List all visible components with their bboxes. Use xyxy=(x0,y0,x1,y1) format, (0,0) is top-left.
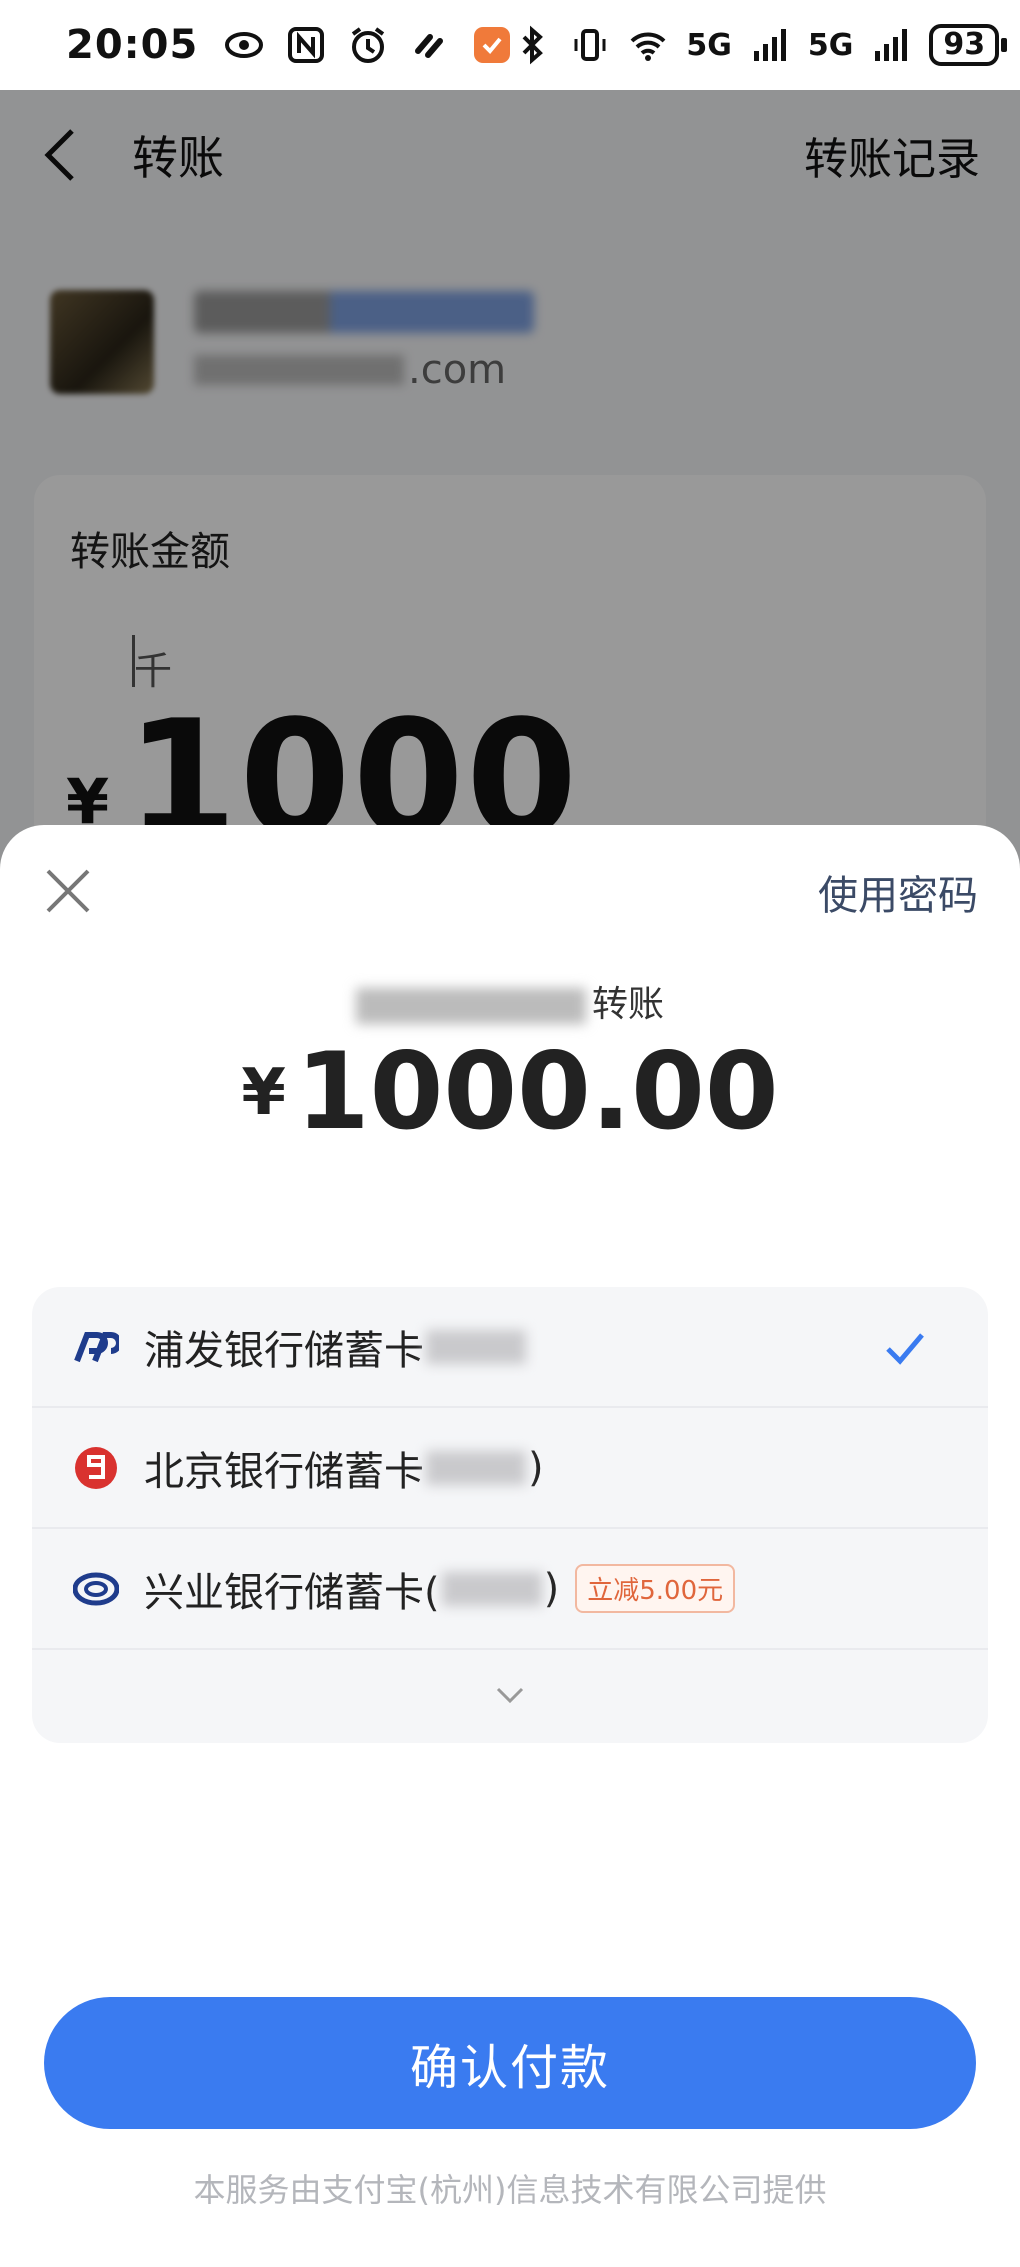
service-provider-note: 本服务由支付宝(杭州)信息技术有限公司提供 xyxy=(193,2171,827,2209)
status-right-icons: 5G 5G 93 xyxy=(512,24,1007,66)
payment-method-cib[interactable]: 兴业银行储蓄卡( ) 立减5.00元 xyxy=(32,1529,988,1650)
network-5g-label: 5G xyxy=(807,27,854,63)
payment-description-text: 转账 xyxy=(591,984,664,1025)
payment-amount: ¥1000.00 xyxy=(0,1030,1020,1153)
payment-description: 转账 xyxy=(0,975,1020,1027)
close-icon[interactable] xyxy=(42,865,94,917)
signal-icon xyxy=(753,29,786,61)
currency-symbol: ¥ xyxy=(241,1056,286,1130)
vibrate-icon xyxy=(574,29,606,61)
payment-sheet: 使用密码 转账 ¥1000.00 浦发银行储蓄卡 北京银行储蓄卡 ) 兴业银行储… xyxy=(0,825,1020,2267)
promo-badge: 立减5.00元 xyxy=(575,1564,736,1613)
redacted-mask xyxy=(426,1329,526,1364)
chevron-down-icon xyxy=(496,1687,524,1704)
wifi-icon xyxy=(630,32,666,61)
redacted-mask xyxy=(426,1450,526,1485)
card-label: 北京银行储蓄卡 xyxy=(144,1448,424,1495)
check-icon xyxy=(886,1333,924,1365)
network-5g-label: 5G xyxy=(686,27,732,63)
confirm-payment-button[interactable]: 确认付款 xyxy=(44,1997,976,2129)
spdb-bank-icon xyxy=(72,1323,120,1371)
shield-app-icon xyxy=(474,27,511,63)
bank-of-beijing-icon xyxy=(72,1444,120,1492)
use-password-link[interactable]: 使用密码 xyxy=(818,863,978,921)
status-time: 20:05 xyxy=(66,22,199,68)
link-app-icon xyxy=(415,34,444,58)
nfc-icon xyxy=(288,27,325,63)
card-suffix-paren: ) xyxy=(528,1444,544,1491)
alarm-icon xyxy=(352,27,385,63)
status-bar: 20:05 5G 5G 93 xyxy=(0,0,1020,90)
battery-indicator: 93 xyxy=(929,24,1007,66)
payment-method-list: 浦发银行储蓄卡 北京银行储蓄卡 ) 兴业银行储蓄卡( ) 立减5.00元 xyxy=(32,1287,988,1743)
status-left-icons xyxy=(224,25,512,65)
bluetooth-icon xyxy=(522,25,544,65)
card-label: 浦发银行储蓄卡 xyxy=(144,1327,424,1374)
card-label: 兴业银行储蓄卡( xyxy=(144,1569,440,1616)
card-suffix-paren: ) xyxy=(543,1565,560,1612)
signal-icon xyxy=(875,29,908,61)
payment-method-spdb[interactable]: 浦发银行储蓄卡 xyxy=(32,1287,988,1408)
show-more-methods[interactable] xyxy=(32,1650,988,1740)
cib-bank-icon xyxy=(72,1565,120,1613)
redacted-mask xyxy=(355,988,586,1024)
payment-method-bob[interactable]: 北京银行储蓄卡 ) xyxy=(32,1408,988,1529)
redacted-mask xyxy=(441,1571,542,1606)
payment-amount-value: 1000.00 xyxy=(295,1030,779,1153)
eye-icon xyxy=(225,32,264,58)
